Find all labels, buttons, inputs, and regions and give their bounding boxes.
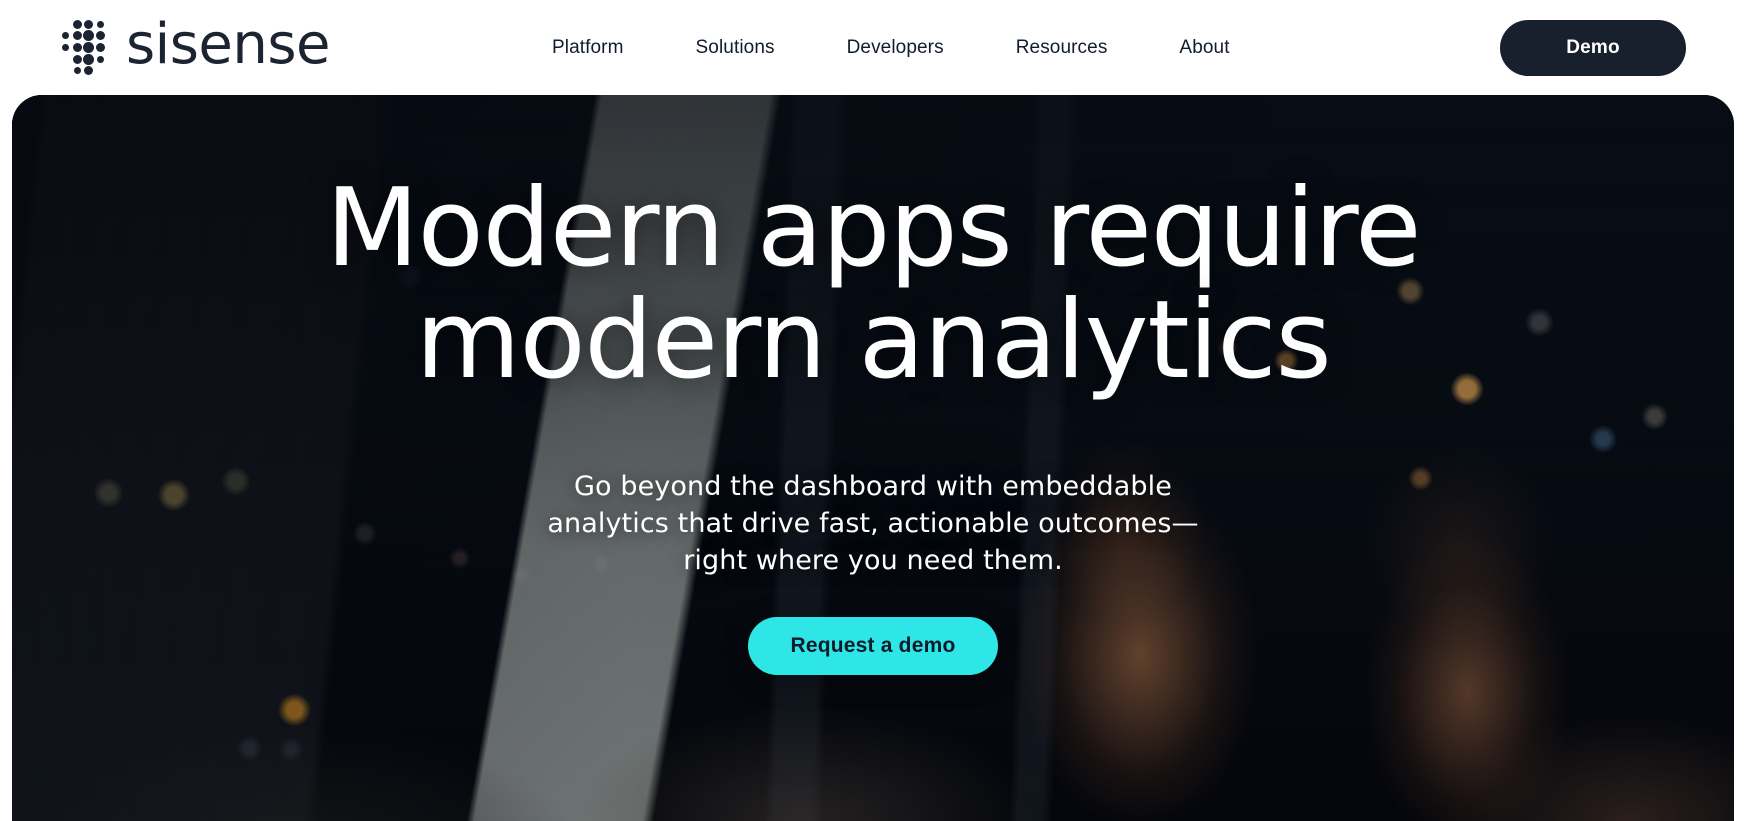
site-header: sisense Platform Solutions Developers Re… <box>0 0 1746 95</box>
hero-subheadline-line-2: drive fast, actionable outcomes—right wh… <box>683 507 1199 577</box>
nav-item-platform[interactable]: Platform <box>552 37 624 59</box>
nav-item-developers[interactable]: Developers <box>847 37 944 59</box>
nav-item-solutions[interactable]: Solutions <box>696 37 775 59</box>
hero-headline-line-1: Modern apps require <box>325 166 1422 291</box>
hero-subheadline: Go beyond the dashboard with embeddable … <box>543 468 1203 580</box>
header-actions: Demo <box>1500 19 1686 76</box>
request-demo-button[interactable]: Request a demo <box>748 617 998 676</box>
hero-content: Modern apps require modern analytics Go … <box>12 172 1734 676</box>
hero-headline: Modern apps require modern analytics <box>283 172 1463 398</box>
hero-headline-line-2: modern analytics <box>415 278 1331 404</box>
demo-button[interactable]: Demo <box>1500 19 1686 76</box>
hero-section: Modern apps require modern analytics Go … <box>12 95 1734 821</box>
nav-item-about[interactable]: About <box>1179 37 1229 59</box>
nav-item-resources[interactable]: Resources <box>1016 37 1108 59</box>
main-navigation: Platform Solutions Developers Resources … <box>552 37 1230 59</box>
brand-logo[interactable]: sisense <box>60 11 330 77</box>
hero-cta-container: Request a demo <box>12 617 1734 676</box>
sisense-dot-grid-icon <box>60 19 106 77</box>
page-root: sisense Platform Solutions Developers Re… <box>0 0 1746 821</box>
brand-name: sisense <box>126 11 330 77</box>
